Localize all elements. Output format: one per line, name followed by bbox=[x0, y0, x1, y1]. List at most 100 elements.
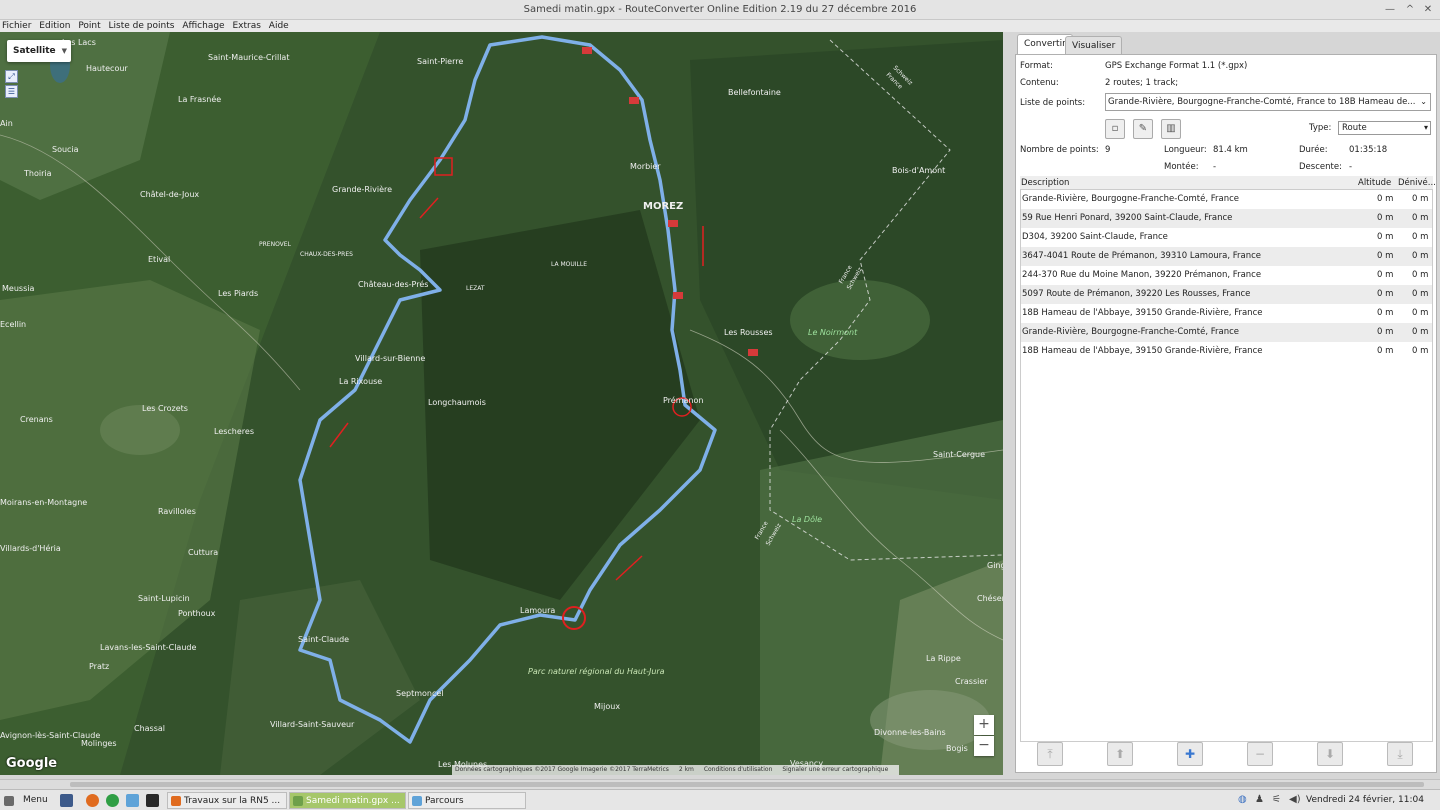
google-logo: Google bbox=[6, 756, 58, 771]
place-label: MOREZ bbox=[643, 201, 683, 212]
place-label: Grande-Rivière bbox=[332, 184, 392, 194]
chevron-down-icon: ▾ bbox=[1423, 123, 1428, 132]
rename-route-button[interactable]: ✎ bbox=[1133, 119, 1153, 139]
menu-extras[interactable]: Extras bbox=[232, 21, 260, 31]
window-title: Samedi matin.gpx - RouteConverter Online… bbox=[523, 4, 917, 15]
row-elevation: 0 m bbox=[1412, 270, 1429, 280]
task-travaux-rn5[interactable]: Travaux sur la RN5 ... bbox=[167, 792, 287, 809]
plus-icon: ✚ bbox=[1184, 747, 1196, 761]
duration-label: Durée: bbox=[1299, 145, 1328, 155]
shield-icon[interactable]: ◍ bbox=[1238, 793, 1247, 807]
place-label: Bellefontaine bbox=[728, 88, 781, 97]
minimize-icon[interactable]: — bbox=[1383, 3, 1397, 17]
table-row[interactable]: 3647-4041 Route de Prémanon, 39310 Lamou… bbox=[1021, 247, 1432, 266]
move-down-button[interactable]: ⬇ bbox=[1317, 742, 1343, 766]
positions-table[interactable]: Grande-Rivière, Bourgogne-Franche-Comté,… bbox=[1020, 190, 1433, 742]
menu-point[interactable]: Point bbox=[78, 21, 100, 31]
column-altitude[interactable]: Altitude bbox=[1358, 176, 1391, 190]
type-select[interactable]: Route ▾ bbox=[1338, 121, 1431, 135]
volume-icon[interactable]: ◀) bbox=[1289, 793, 1301, 807]
fit-route-icon[interactable]: ⤢ bbox=[5, 70, 18, 83]
row-description: 18B Hameau de l'Abbaye, 39150 Grande-Riv… bbox=[1022, 308, 1263, 318]
descent-label: Descente: bbox=[1299, 162, 1342, 172]
delete-route-button[interactable]: ▥ bbox=[1161, 119, 1181, 139]
table-row[interactable]: Grande-Rivière, Bourgogne-Franche-Comté,… bbox=[1021, 323, 1432, 342]
zoom-out-button[interactable]: − bbox=[974, 736, 994, 756]
user-icon[interactable]: ♟ bbox=[1255, 793, 1264, 807]
horizontal-scrollbar[interactable] bbox=[0, 779, 1440, 789]
place-label: Soucia bbox=[52, 145, 79, 154]
point-list-select[interactable]: Grande-Rivière, Bourgogne-Franche-Comté,… bbox=[1105, 93, 1431, 111]
menu-edition[interactable]: Edition bbox=[39, 21, 70, 31]
table-row[interactable]: 244-370 Rue du Moine Manon, 39220 Préman… bbox=[1021, 266, 1432, 285]
table-row[interactable]: 18B Hameau de l'Abbaye, 39150 Grande-Riv… bbox=[1021, 342, 1432, 361]
column-elevation[interactable]: Dénivé... bbox=[1398, 176, 1436, 190]
files-icon[interactable] bbox=[126, 794, 139, 807]
point-list-value: Grande-Rivière, Bourgogne-Franche-Comté,… bbox=[1108, 97, 1416, 107]
start-menu-button[interactable]: Menu bbox=[23, 792, 48, 809]
place-label: Châtel-de-Joux bbox=[140, 190, 199, 199]
map-type-select[interactable]: Satellite ▼ bbox=[7, 40, 71, 62]
task-samedi-matin[interactable]: Samedi matin.gpx ... bbox=[289, 792, 406, 809]
scrollbar-thumb[interactable] bbox=[70, 782, 1424, 787]
tab-visualiser[interactable]: Visualiser bbox=[1065, 36, 1123, 55]
table-row[interactable]: 18B Hameau de l'Abbaye, 39150 Grande-Riv… bbox=[1021, 304, 1432, 323]
task-parcours[interactable]: Parcours bbox=[408, 792, 526, 809]
splitter-handle[interactable] bbox=[1003, 32, 1013, 779]
map-view[interactable]: Hautecour Saint-Maurice-Crillat La Frasn… bbox=[0, 32, 1003, 775]
chrome-icon[interactable] bbox=[106, 794, 119, 807]
place-label: Ravilloles bbox=[158, 507, 196, 516]
type-label: Type: bbox=[1309, 123, 1332, 133]
taskbar: Menu Travaux sur la RN5 ... Samedi matin… bbox=[0, 789, 1440, 810]
place-label: Château-des-Prés bbox=[358, 279, 428, 289]
place-label: Chéserex bbox=[977, 593, 1003, 603]
menu-affichage[interactable]: Affichage bbox=[182, 21, 224, 31]
ascent-value: - bbox=[1213, 162, 1217, 172]
task-label: Travaux sur la RN5 ... bbox=[184, 796, 281, 806]
menu-liste-de-points[interactable]: Liste de points bbox=[109, 21, 175, 31]
maximize-icon[interactable]: ^ bbox=[1403, 3, 1417, 17]
clock[interactable]: Vendredi 24 février, 11:04 bbox=[1306, 792, 1424, 809]
convert-tab-content: Format: GPS Exchange Format 1.1 (*.gpx) … bbox=[1015, 54, 1437, 773]
table-row[interactable]: 5097 Route de Prémanon, 39220 Les Rousse… bbox=[1021, 285, 1432, 304]
place-label: Septmoncel bbox=[396, 689, 444, 698]
menu-fichier[interactable]: Fichier bbox=[2, 21, 31, 31]
place-label: Lescheres bbox=[214, 427, 254, 436]
satellite-map[interactable]: Hautecour Saint-Maurice-Crillat La Frasn… bbox=[0, 32, 1003, 775]
place-label: Lamoura bbox=[520, 606, 555, 615]
desktop-icon[interactable] bbox=[60, 794, 73, 807]
table-row[interactable]: Grande-Rivière, Bourgogne-Franche-Comté,… bbox=[1021, 190, 1432, 209]
close-icon[interactable]: ✕ bbox=[1421, 3, 1435, 17]
menu-icon[interactable] bbox=[4, 796, 14, 806]
terms-link[interactable]: Conditions d'utilisation bbox=[704, 766, 773, 773]
report-link[interactable]: Signaler une erreur cartographique bbox=[782, 766, 888, 773]
row-altitude: 0 m bbox=[1377, 270, 1394, 280]
chevron-down-icon: ▼ bbox=[61, 47, 67, 55]
layers-icon[interactable]: ☰ bbox=[5, 85, 18, 98]
trash-icon: ▥ bbox=[1166, 123, 1176, 134]
column-description[interactable]: Description bbox=[1021, 176, 1069, 190]
move-up-button[interactable]: ⬆ bbox=[1107, 742, 1133, 766]
add-position-button[interactable]: ✚ bbox=[1177, 742, 1203, 766]
row-description: 5097 Route de Prémanon, 39220 Les Rousse… bbox=[1022, 289, 1251, 299]
move-to-top-button[interactable]: ⤒ bbox=[1037, 742, 1063, 766]
road-shield bbox=[668, 220, 678, 227]
firefox-icon[interactable] bbox=[86, 794, 99, 807]
row-elevation: 0 m bbox=[1412, 194, 1429, 204]
place-label: CHAUX-DES-PRES bbox=[300, 251, 353, 258]
terminal-icon[interactable] bbox=[146, 794, 159, 807]
menu-aide[interactable]: Aide bbox=[269, 21, 289, 31]
arrow-down-icon: ⬇ bbox=[1324, 747, 1336, 761]
network-icon[interactable]: ⚟ bbox=[1272, 793, 1281, 807]
new-route-button[interactable]: ▫ bbox=[1105, 119, 1125, 139]
chevron-down-icon: ⌄ bbox=[1420, 97, 1427, 106]
move-to-bottom-button[interactable]: ⤓ bbox=[1387, 742, 1413, 766]
delete-position-button[interactable]: − bbox=[1247, 742, 1273, 766]
zoom-in-button[interactable]: + bbox=[974, 715, 994, 735]
row-elevation: 0 m bbox=[1412, 346, 1429, 356]
place-label: Cuttura bbox=[188, 548, 218, 557]
table-row[interactable]: D304, 39200 Saint-Claude, France 0 m 0 m bbox=[1021, 228, 1432, 247]
table-row[interactable]: 59 Rue Henri Ponard, 39200 Saint-Claude,… bbox=[1021, 209, 1432, 228]
row-description: 3647-4041 Route de Prémanon, 39310 Lamou… bbox=[1022, 251, 1262, 261]
place-label: Chassal bbox=[134, 724, 165, 733]
